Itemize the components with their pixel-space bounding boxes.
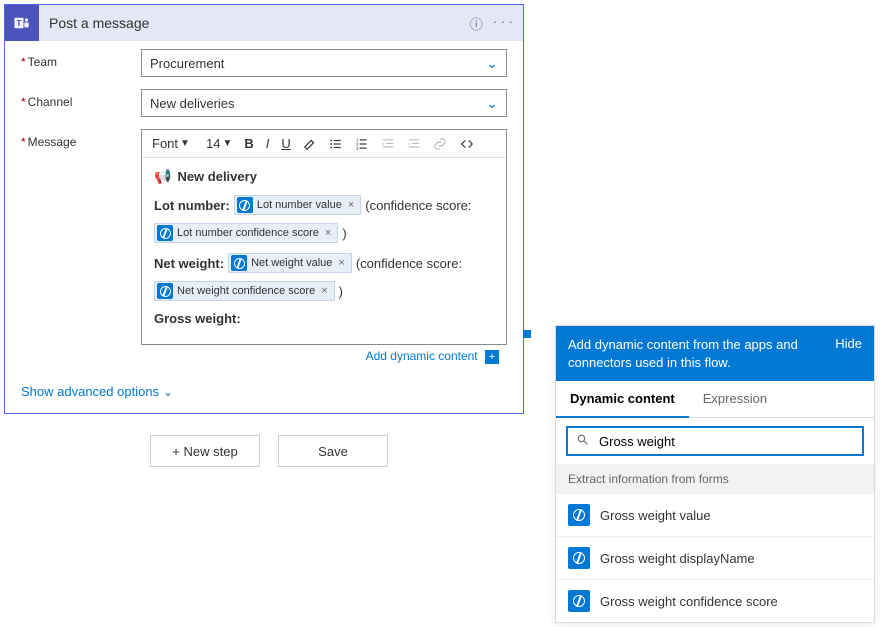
post-message-card: T Post a message ⓘ · · · *Team Procureme… [4, 4, 524, 414]
plus-icon[interactable]: + [485, 350, 499, 364]
indent-button[interactable] [403, 135, 425, 153]
team-select-value: Procurement [150, 56, 224, 71]
dyn-item-gross-confidence[interactable]: Gross weight confidence score [556, 580, 874, 622]
field-team-label: *Team [21, 49, 141, 69]
chevron-down-icon: ⌄ [486, 95, 498, 112]
teams-icon: T [5, 5, 39, 41]
dyn-tabs: Dynamic content Expression [556, 381, 874, 418]
new-step-button[interactable]: + New step [150, 435, 260, 467]
dyn-search-input[interactable] [597, 433, 854, 450]
underline-button[interactable]: U [277, 134, 294, 153]
editor-line-lot-conf: Lot number confidence score × ) [154, 223, 494, 243]
font-size-select[interactable]: 14▼ [202, 134, 236, 153]
editor-line-net: Net weight: Net weight value × (confiden… [154, 253, 494, 273]
font-select[interactable]: Font▼ [148, 134, 198, 153]
ai-form-icon [568, 504, 590, 526]
dyn-search-wrap [556, 418, 874, 464]
field-message-label: *Message [21, 129, 141, 149]
dyn-panel-header: Add dynamic content from the apps and co… [556, 326, 874, 381]
token-net-value[interactable]: Net weight value × [228, 253, 352, 273]
field-channel-label: *Channel [21, 89, 141, 109]
editor-toolbar: Font▼ 14▼ B I U 123 [142, 130, 506, 158]
svg-text:3: 3 [356, 145, 359, 150]
connector-handle[interactable] [523, 330, 531, 338]
highlight-button[interactable] [299, 135, 321, 153]
card-header: T Post a message ⓘ · · · [5, 5, 523, 41]
numbered-list-button[interactable]: 123 [351, 135, 373, 153]
dyn-item-gross-displayname[interactable]: Gross weight displayName [556, 537, 874, 580]
ai-form-icon [237, 197, 253, 213]
editor-body[interactable]: 📢 New delivery Lot number: Lot number va… [142, 158, 506, 344]
chevron-down-icon: ⌄ [486, 55, 498, 72]
editor-line-net-conf: Net weight confidence score × ) [154, 281, 494, 301]
help-icon[interactable]: ⓘ [470, 14, 483, 33]
ai-form-icon [157, 283, 173, 299]
editor-line-gross: Gross weight: [154, 311, 494, 326]
more-icon[interactable]: · · · [493, 14, 513, 33]
svg-text:T: T [16, 19, 21, 28]
megaphone-icon: 📢 [154, 168, 171, 185]
dyn-section-header: Extract information from forms [556, 464, 874, 494]
token-lot-conf[interactable]: Lot number confidence score × [154, 223, 338, 243]
save-button[interactable]: Save [278, 435, 388, 467]
editor-line-lot: Lot number: Lot number value × (confiden… [154, 195, 494, 215]
message-editor: Font▼ 14▼ B I U 123 [141, 129, 507, 345]
editor-heading: 📢 New delivery [154, 168, 494, 185]
dynamic-content-panel: Add dynamic content from the apps and co… [555, 325, 875, 623]
tab-expression[interactable]: Expression [689, 381, 781, 417]
token-net-conf[interactable]: Net weight confidence score × [154, 281, 335, 301]
chevron-down-icon: ⌄ [163, 385, 173, 399]
ai-form-icon [157, 225, 173, 241]
ai-form-icon [568, 547, 590, 569]
bullet-list-button[interactable] [325, 135, 347, 153]
field-channel-row: *Channel New deliveries ⌄ [5, 81, 523, 121]
channel-select[interactable]: New deliveries ⌄ [141, 89, 507, 117]
outdent-button[interactable] [377, 135, 399, 153]
add-dynamic-row: Add dynamic content + [141, 345, 507, 370]
add-dynamic-link[interactable]: Add dynamic content [366, 349, 478, 363]
footer-buttons: + New step Save [150, 435, 388, 467]
field-message-row: *Message Font▼ 14▼ B I U 123 [5, 121, 523, 374]
dyn-search[interactable] [566, 426, 864, 456]
channel-select-value: New deliveries [150, 96, 235, 111]
field-team-row: *Team Procurement ⌄ [5, 41, 523, 81]
show-advanced-row: Show advanced options⌄ [5, 374, 523, 413]
remove-token-icon[interactable]: × [323, 227, 333, 239]
show-advanced-link[interactable]: Show advanced options⌄ [21, 384, 173, 399]
remove-token-icon[interactable]: × [346, 199, 356, 211]
ai-form-icon [231, 255, 247, 271]
remove-token-icon[interactable]: × [319, 285, 329, 297]
tab-dynamic-content[interactable]: Dynamic content [556, 381, 689, 418]
bold-button[interactable]: B [240, 134, 257, 153]
hide-link[interactable]: Hide [835, 336, 862, 351]
card-title: Post a message [39, 15, 470, 31]
search-icon [576, 433, 589, 449]
italic-button[interactable]: I [262, 134, 274, 153]
link-button[interactable] [429, 135, 451, 153]
dyn-item-gross-value[interactable]: Gross weight value [556, 494, 874, 537]
ai-form-icon [568, 590, 590, 612]
remove-token-icon[interactable]: × [336, 257, 346, 269]
code-view-button[interactable] [455, 135, 479, 153]
team-select[interactable]: Procurement ⌄ [141, 49, 507, 77]
token-lot-value[interactable]: Lot number value × [234, 195, 361, 215]
